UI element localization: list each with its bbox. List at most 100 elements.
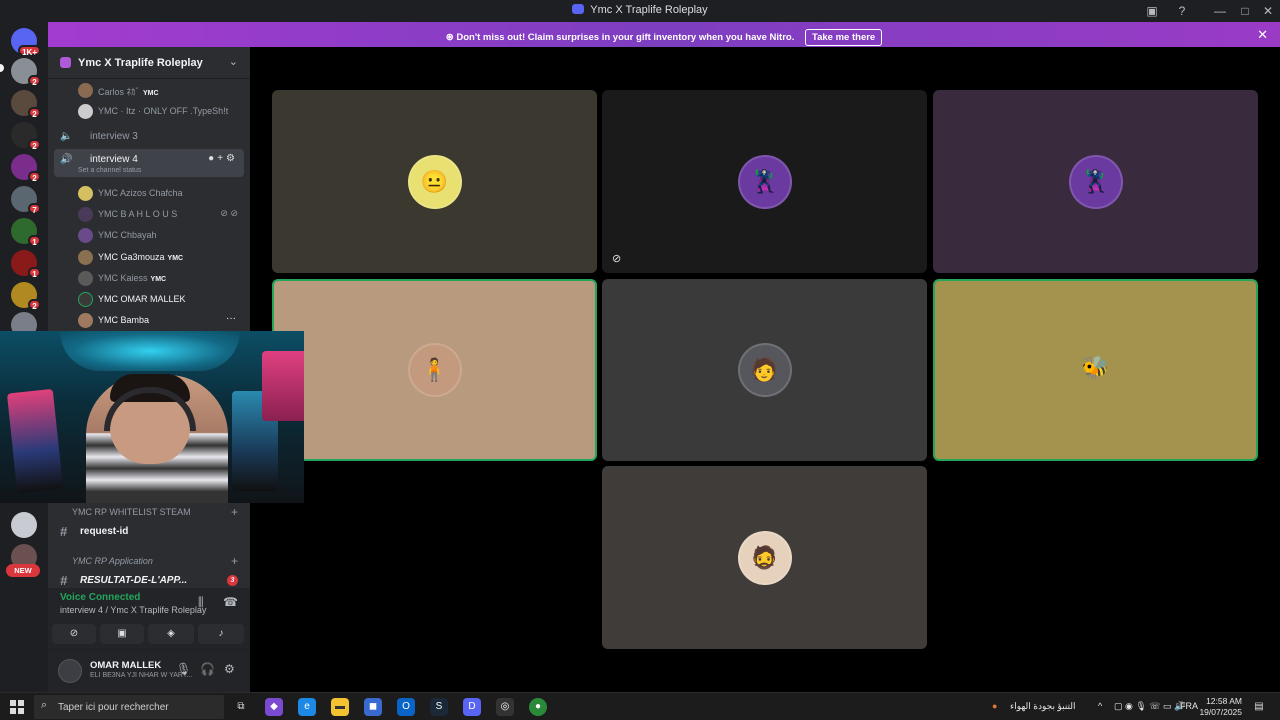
neon-sign bbox=[262, 351, 304, 421]
member-prefix: YMC bbox=[98, 230, 118, 240]
inbox-icon[interactable]: ▣ bbox=[1140, 2, 1164, 20]
guild-header[interactable]: Ymc X Traplife Roleplay ⌄ bbox=[48, 47, 250, 79]
voice-connected-subtitle[interactable]: interview 4 / Ymc X Traplife Roleplay bbox=[60, 605, 206, 615]
text-channel-request-id[interactable]: # request-id bbox=[48, 521, 250, 541]
add-channel-icon[interactable]: + bbox=[231, 554, 238, 568]
server-icon[interactable]: 2 bbox=[11, 90, 41, 119]
avatar: 🧑 bbox=[737, 343, 792, 397]
server-icon[interactable]: 1 bbox=[11, 250, 41, 279]
arcade-cabinet bbox=[6, 388, 64, 494]
channel-status[interactable]: Set a channel status bbox=[78, 167, 141, 174]
more-icon[interactable]: ··· bbox=[226, 313, 236, 324]
chrome-icon[interactable]: ● bbox=[529, 698, 547, 716]
category-label: YMC RP WHITELIST STEAM bbox=[72, 507, 191, 517]
user-name[interactable]: OMAR MALLEK bbox=[90, 660, 161, 671]
home-button[interactable]: 1K+ bbox=[11, 28, 41, 57]
member-name: YMC · Itz · ONLY OFF .TypeSh!t bbox=[98, 106, 229, 116]
copilot-icon[interactable]: ◆ bbox=[265, 698, 283, 716]
category-application[interactable]: YMC RP Application + bbox=[48, 551, 250, 571]
avatar bbox=[78, 313, 93, 328]
take-me-there-button[interactable]: Take me there bbox=[805, 29, 883, 46]
windows-start-icon[interactable] bbox=[10, 700, 24, 714]
edge-icon[interactable]: e bbox=[298, 698, 316, 716]
camera-off-icon: ⊘ bbox=[612, 253, 622, 265]
outlook-icon[interactable]: O bbox=[397, 698, 415, 716]
chevron-down-icon[interactable]: ⌄ bbox=[229, 55, 238, 68]
voice-member[interactable]: YMC OMAR MALLEK bbox=[48, 289, 250, 309]
gear-icon[interactable]: ⚙ bbox=[226, 153, 238, 164]
store-icon[interactable]: ◼ bbox=[364, 698, 382, 716]
activities-button[interactable]: ◈ bbox=[148, 624, 194, 644]
window-title: Ymc X Traplife Roleplay bbox=[0, 4, 1280, 16]
user-panel: OMAR MALLEK ELI BE3NA YJI NHAR W YART...… bbox=[48, 650, 250, 692]
add-channel-icon[interactable]: + bbox=[231, 505, 238, 519]
app-icon[interactable]: ◎ bbox=[496, 698, 514, 716]
voice-member[interactable]: YMC Azizos Chafcha bbox=[48, 183, 250, 203]
file-explorer-icon[interactable]: ▬ bbox=[331, 698, 349, 716]
server-icon[interactable]: 2 bbox=[11, 282, 41, 311]
camera-off-button[interactable]: ⊘ bbox=[52, 624, 96, 644]
voice-channel-interview-3[interactable]: 🔈 interview 3 bbox=[54, 126, 244, 148]
server-icon[interactable]: 2 bbox=[11, 58, 41, 87]
channel-name: request-id bbox=[80, 526, 129, 537]
notifications-icon[interactable]: ▤ bbox=[1250, 698, 1268, 716]
participant-tile[interactable]: 🧍 bbox=[272, 279, 597, 461]
voice-member[interactable]: Carlos ﾈｶﾞ YMC bbox=[48, 80, 250, 100]
headphones-icon[interactable]: 🎧 bbox=[200, 662, 215, 676]
help-icon[interactable]: ? bbox=[1170, 2, 1194, 20]
server-icon[interactable]: 1 bbox=[11, 218, 41, 247]
chat-icon[interactable]: ● bbox=[208, 153, 217, 164]
voice-member[interactable]: YMC · Itz · ONLY OFF .TypeSh!t bbox=[48, 101, 250, 121]
window-title-text: Ymc X Traplife Roleplay bbox=[590, 4, 708, 16]
voice-member[interactable]: YMC Bamba ··· bbox=[48, 310, 250, 330]
server-icon[interactable]: 7 bbox=[11, 186, 41, 215]
voice-member[interactable]: YMC Ga3mouza YMC bbox=[48, 247, 250, 267]
gear-icon[interactable]: ⚙ bbox=[224, 662, 235, 676]
steam-icon[interactable]: S bbox=[430, 698, 448, 716]
server-badge: 1 bbox=[28, 267, 41, 279]
voice-channel-interview-4[interactable]: 🔊 interview 4 Set a channel status ●+⚙ bbox=[54, 149, 244, 177]
voice-member[interactable]: YMC B A H L O U S ⊘ ⊘ bbox=[48, 204, 250, 224]
server-icon[interactable]: 2 bbox=[11, 122, 41, 151]
text-channel-resultat[interactable]: # RESULTAT-DE-L'APP... 3 bbox=[48, 570, 250, 590]
avatar-glyph: 🧑 bbox=[750, 357, 779, 382]
maximize-button[interactable]: □ bbox=[1233, 2, 1257, 20]
microphone-icon[interactable]: 🎙 bbox=[176, 662, 191, 676]
avatar bbox=[78, 104, 93, 119]
server-icon[interactable]: 2 bbox=[11, 154, 41, 183]
tray-icons[interactable]: ▢ ◉ 🎙 ☏ ▭ 🔊 bbox=[1114, 701, 1185, 712]
participant-tile[interactable]: 🦹 bbox=[933, 90, 1258, 273]
server-icon[interactable] bbox=[11, 512, 37, 538]
category-whitelist[interactable]: YMC RP WHITELIST STEAM + bbox=[48, 502, 250, 522]
avatar bbox=[78, 292, 93, 307]
screen-share-button[interactable]: ▣ bbox=[100, 624, 144, 644]
hash-icon: # bbox=[60, 524, 68, 539]
minimize-button[interactable]: — bbox=[1208, 2, 1232, 20]
tray-chevron-icon[interactable]: ^ bbox=[1098, 701, 1102, 711]
taskbar-search[interactable]: ⌕ Taper ici pour rechercher bbox=[34, 695, 224, 719]
voice-member[interactable]: YMC Kaiess YMC bbox=[48, 268, 250, 288]
server-badge: 7 bbox=[28, 203, 41, 215]
clock-time: 12:58 AM bbox=[1206, 696, 1242, 706]
invite-icon[interactable]: + bbox=[217, 153, 226, 164]
participant-tile[interactable]: 🐝 bbox=[933, 279, 1258, 461]
banner-message: Don't miss out! Claim surprises in your … bbox=[456, 32, 795, 43]
task-view-icon[interactable]: ⧉ bbox=[232, 698, 250, 716]
noise-suppression-icon[interactable]: ⫼ bbox=[198, 595, 204, 610]
banner-close-icon[interactable]: ✕ bbox=[1257, 27, 1268, 43]
voice-member[interactable]: YMC Chbayah bbox=[48, 225, 250, 245]
voice-connected-label[interactable]: Voice Connected bbox=[60, 592, 140, 603]
participant-tile[interactable]: 🧑 bbox=[602, 279, 927, 461]
participant-tile[interactable]: 🦹 ⊘ bbox=[602, 90, 927, 273]
soundboard-button[interactable]: ♪ bbox=[198, 624, 244, 644]
disconnect-icon[interactable]: ☎ bbox=[223, 595, 238, 609]
weather-text[interactable]: التنبؤ بجودة الهواء bbox=[1010, 701, 1076, 712]
participant-tile[interactable]: 😐 bbox=[272, 90, 597, 273]
user-status: ELI BE3NA YJI NHAR W YART... bbox=[90, 672, 193, 679]
participant-tile[interactable]: 🧔 bbox=[602, 466, 927, 649]
taskbar-clock[interactable]: 12:58 AM 19/07/2025 bbox=[1199, 696, 1242, 718]
close-button[interactable]: ✕ bbox=[1256, 2, 1280, 20]
avatar[interactable] bbox=[58, 659, 82, 683]
language-indicator[interactable]: FRA bbox=[1180, 701, 1198, 711]
discord-icon[interactable]: D bbox=[463, 698, 481, 716]
